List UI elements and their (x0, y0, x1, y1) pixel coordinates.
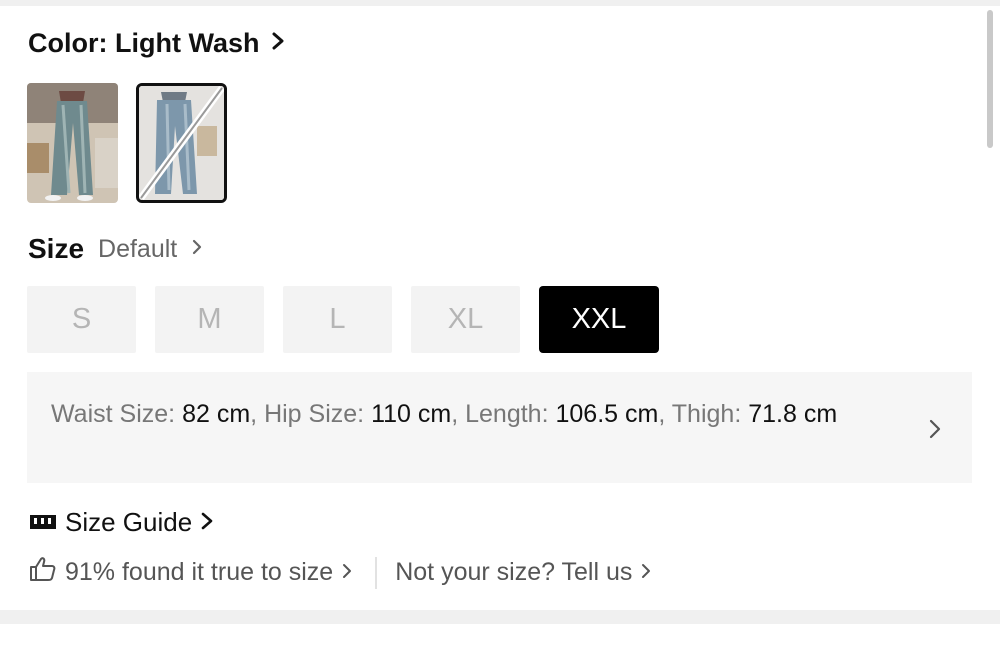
length-label: Length: (465, 400, 549, 428)
chevron-right-icon (640, 558, 652, 587)
size-option-xxl[interactable]: XXL (539, 286, 659, 353)
size-default-label: Default (98, 234, 178, 263)
scrollbar-thumb[interactable] (987, 10, 993, 148)
color-swatch-light-wash-selected[interactable] (136, 83, 227, 203)
chevron-right-icon (271, 31, 285, 56)
size-guide-label: Size Guide (65, 507, 193, 537)
chevron-right-icon (341, 558, 353, 587)
size-option-xl[interactable]: XL (411, 286, 520, 353)
true-to-size-link[interactable]: 91% found it true to size (29, 556, 353, 589)
not-your-size-text: Not your size? Tell us (395, 558, 633, 586)
chevron-right-icon (200, 507, 214, 538)
hip-value: 110 cm (371, 400, 452, 428)
vertical-divider (375, 556, 378, 589)
length-value: 106.5 cm (555, 400, 659, 428)
not-your-size-link[interactable]: Not your size? Tell us (395, 558, 652, 587)
size-title: Size (28, 233, 85, 264)
waist-label: Waist Size: (51, 400, 176, 428)
color-swatch-light-wash-model[interactable] (27, 83, 118, 203)
color-selector-header[interactable]: Color: Light Wash (28, 28, 285, 59)
chevron-right-icon (191, 238, 203, 261)
size-option-m[interactable]: M (155, 286, 264, 353)
size-measurements-panel[interactable]: Waist Size: 82 cm, Hip Size: 110 cm, Len… (27, 372, 972, 483)
thigh-label: Thigh: (671, 400, 742, 428)
size-guide-link[interactable]: Size Guide (29, 507, 214, 538)
bottom-divider-band (0, 610, 1000, 624)
thumbs-up-icon (29, 556, 57, 589)
chevron-right-icon (928, 416, 942, 449)
waist-value: 82 cm (182, 400, 251, 428)
ruler-icon (29, 507, 57, 538)
size-header[interactable]: Size Default (28, 233, 203, 265)
true-to-size-text: 91% found it true to size (65, 558, 334, 586)
top-divider-band (0, 0, 1000, 6)
color-swatches (27, 83, 227, 203)
size-options: S M L XL XXL (27, 286, 659, 353)
hip-label: Hip Size: (264, 400, 365, 428)
thigh-value: 71.8 cm (748, 400, 838, 428)
size-option-s[interactable]: S (27, 286, 136, 353)
size-option-l[interactable]: L (283, 286, 392, 353)
color-label: Color: Light Wash (28, 28, 260, 58)
fit-feedback-row: 91% found it true to size Not your size?… (29, 556, 652, 589)
